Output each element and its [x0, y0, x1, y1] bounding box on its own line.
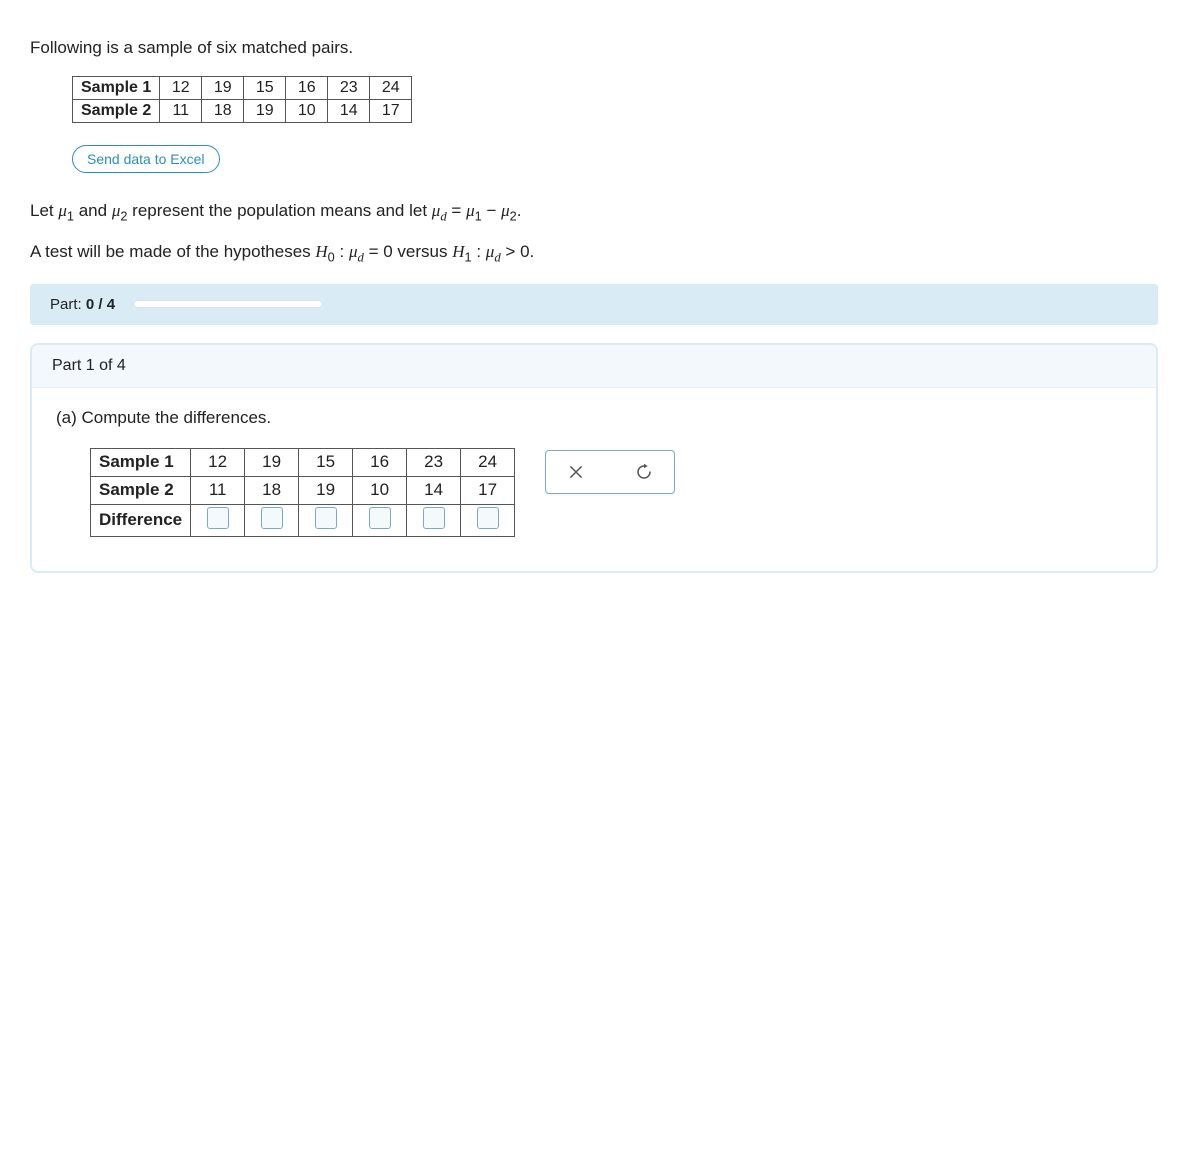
- difference-input-1[interactable]: [207, 507, 229, 529]
- part-header: Part 1 of 4: [32, 345, 1156, 388]
- reset-icon: [635, 463, 653, 481]
- table-row: Sample 2 11 18 19 10 14 17: [91, 476, 515, 504]
- progress-bar-row: Part: 0 / 4: [30, 284, 1158, 325]
- row-label: Sample 2: [91, 476, 191, 504]
- answer-table: Sample 1 12 19 15 16 23 24 Sample 2 11 1…: [90, 448, 515, 537]
- question-part-card: Part 1 of 4 (a) Compute the differences.…: [30, 343, 1158, 573]
- table-row: Sample 2 11 18 19 10 14 17: [73, 100, 412, 123]
- intro-text: Following is a sample of six matched pai…: [30, 38, 1158, 58]
- difference-input-6[interactable]: [477, 507, 499, 529]
- difference-input-2[interactable]: [261, 507, 283, 529]
- mu-definition-text: Let μ1 and μ2 represent the population m…: [30, 201, 1158, 224]
- difference-input-4[interactable]: [369, 507, 391, 529]
- row-label: Sample 1: [73, 77, 160, 100]
- sample-data-table: Sample 1 12 19 15 16 23 24 Sample 2 11 1…: [72, 76, 412, 123]
- reset-button[interactable]: [632, 460, 656, 484]
- row-label: Difference: [91, 504, 191, 536]
- progress-bar: [133, 300, 323, 308]
- close-icon: [567, 463, 585, 481]
- hypotheses-text: A test will be made of the hypotheses H0…: [30, 242, 1158, 265]
- table-row: Sample 1 12 19 15 16 23 24: [73, 77, 412, 100]
- progress-label: Part: 0 / 4: [50, 296, 115, 313]
- clear-button[interactable]: [564, 460, 588, 484]
- send-to-excel-button[interactable]: Send data to Excel: [72, 145, 220, 173]
- difference-input-5[interactable]: [423, 507, 445, 529]
- table-row: Sample 1 12 19 15 16 23 24: [91, 448, 515, 476]
- row-label: Sample 2: [73, 100, 160, 123]
- difference-row: Difference: [91, 504, 515, 536]
- difference-input-3[interactable]: [315, 507, 337, 529]
- row-label: Sample 1: [91, 448, 191, 476]
- answer-toolbox: [545, 450, 675, 494]
- question-text: (a) Compute the differences.: [56, 408, 1132, 428]
